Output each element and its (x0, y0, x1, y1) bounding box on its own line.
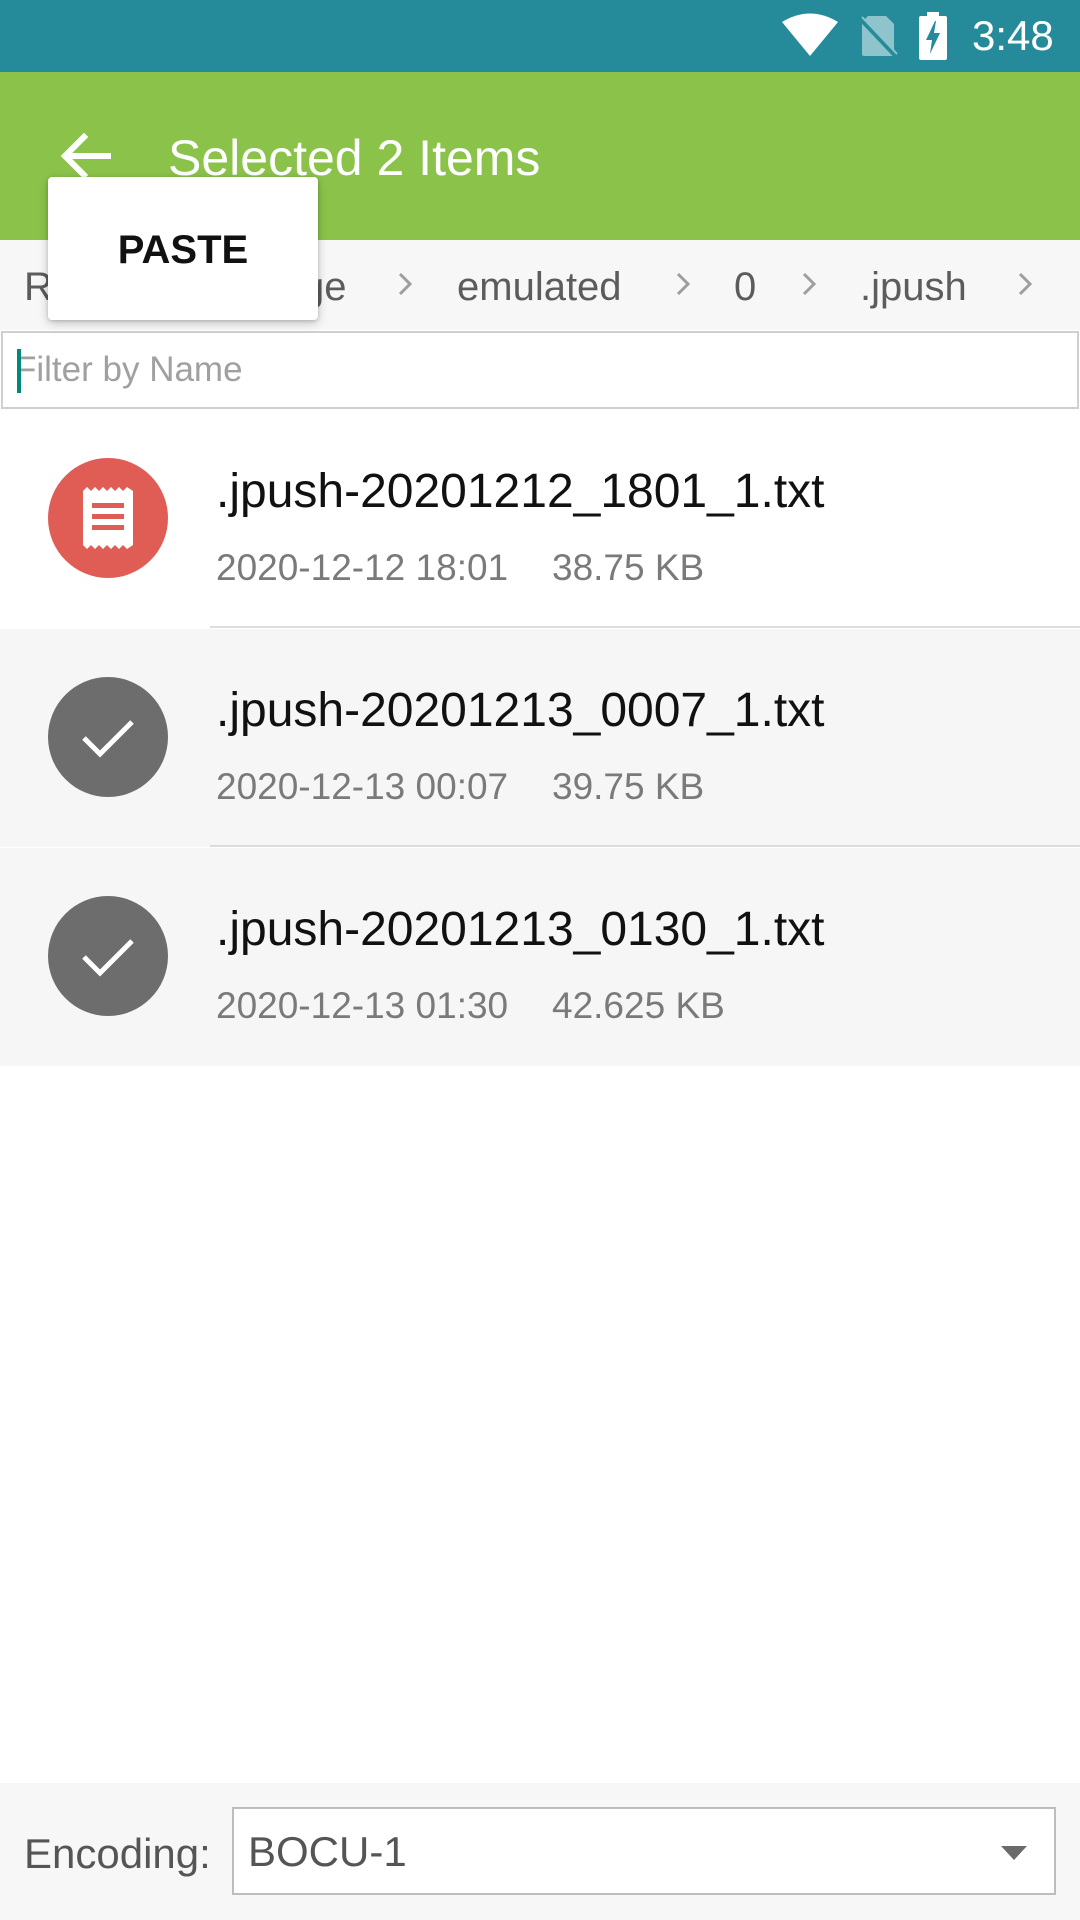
chevron-right-icon (676, 272, 691, 296)
check-icon (82, 939, 134, 977)
status-bar: 3:48 (0, 0, 1080, 72)
chevron-right-icon (802, 272, 817, 296)
status-time: 3:48 (972, 12, 1054, 59)
file-date: 2020-12-12 18:01 (216, 547, 509, 588)
battery-charging-icon (919, 12, 947, 60)
filter-input[interactable] (15, 333, 1055, 407)
paste-menu-item[interactable]: PASTE (48, 227, 318, 273)
encoding-value: BOCU-1 (248, 1828, 407, 1875)
file-date: 2020-12-13 01:30 (216, 985, 509, 1026)
chevron-right-icon (1018, 272, 1033, 296)
file-name: .jpush-20201213_0007_1.txt (216, 684, 825, 737)
encoding-select[interactable]: BOCU-1 (232, 1807, 1056, 1895)
document-icon (83, 487, 133, 549)
file-size: 38.75 KB (552, 547, 705, 588)
breadcrumb-item-0[interactable]: 0 (734, 264, 756, 310)
encoding-label: Encoding: (24, 1830, 211, 1877)
file-size: 39.75 KB (552, 766, 705, 807)
file-name: .jpush-20201213_0130_1.txt (216, 903, 825, 956)
list-item[interactable]: .jpush-20201212_1801_1.txt 2020-12-12 18… (0, 410, 1080, 628)
file-name: .jpush-20201212_1801_1.txt (216, 465, 825, 518)
check-icon (82, 720, 134, 758)
wifi-icon (782, 13, 838, 56)
no-sim-icon (858, 16, 898, 58)
file-type-avatar[interactable] (48, 458, 168, 578)
list-item[interactable]: .jpush-20201213_0130_1.txt 2020-12-13 01… (0, 848, 1080, 1066)
breadcrumb-item-jpush[interactable]: .jpush (860, 264, 967, 310)
dropdown-arrow-icon (1001, 1846, 1027, 1860)
encoding-bar: Encoding: BOCU-1 (0, 1783, 1080, 1920)
file-date: 2020-12-13 00:07 (216, 766, 509, 807)
selection-avatar[interactable] (48, 896, 168, 1016)
popup-menu: PASTE (48, 177, 318, 320)
divider (210, 626, 1080, 628)
chevron-right-icon (398, 272, 413, 296)
divider (210, 845, 1080, 847)
file-size: 42.625 KB (552, 985, 725, 1026)
breadcrumb-item-emulated[interactable]: emulated (457, 264, 622, 310)
selection-avatar[interactable] (48, 677, 168, 797)
filter-field (1, 331, 1079, 409)
list-item[interactable]: .jpush-20201213_0007_1.txt 2020-12-13 00… (0, 629, 1080, 847)
text-cursor (17, 349, 21, 393)
